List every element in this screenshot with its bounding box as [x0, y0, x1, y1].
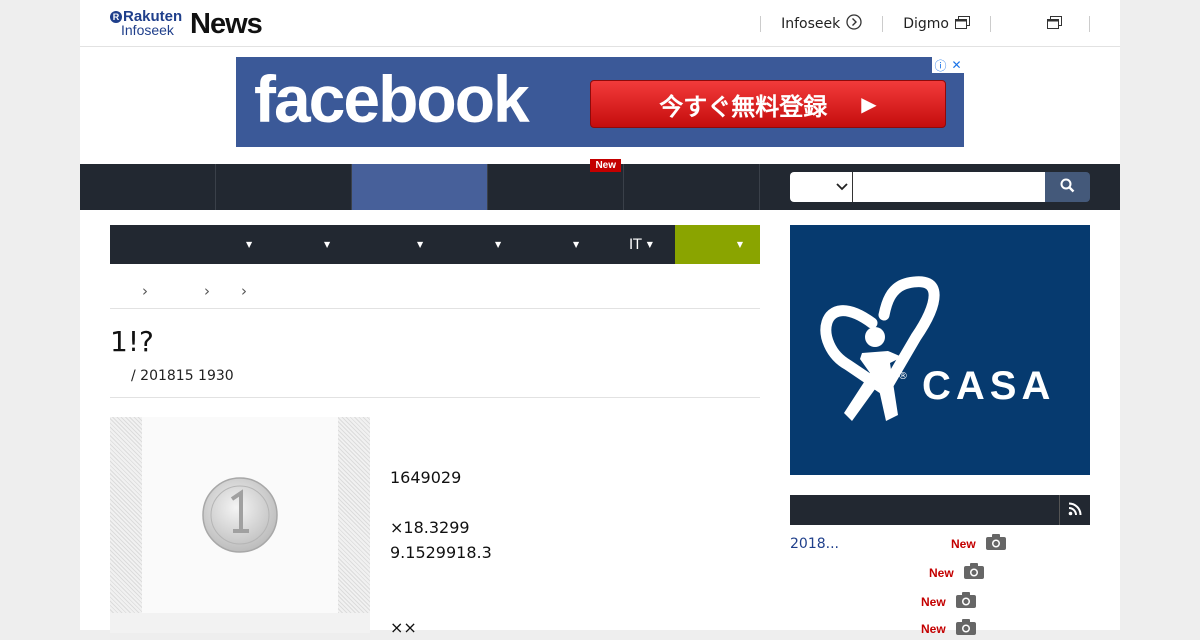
ad-choices[interactable]: ⓘ ✕: [932, 57, 964, 73]
nav-tab[interactable]: [216, 164, 352, 210]
close-icon[interactable]: ✕: [951, 58, 961, 72]
ad-cta-button[interactable]: 今すぐ無料登録 ▶: [590, 80, 946, 128]
search-icon: [1060, 178, 1075, 197]
photo-caption: [110, 613, 370, 633]
search-button[interactable]: [1045, 172, 1090, 202]
divider: [110, 397, 760, 398]
category-item-active[interactable]: ▼: [675, 225, 760, 264]
new-badge: New: [590, 159, 621, 172]
sidebar-news-item[interactable]: New: [921, 619, 976, 639]
dropdown-triangle-icon: ▼: [573, 240, 580, 249]
infoseek-link[interactable]: Infoseek: [761, 14, 882, 34]
body-line: [390, 490, 492, 515]
rss-icon: [1068, 501, 1082, 520]
logo-news: News: [190, 8, 263, 40]
chevron-right-icon: ›: [142, 282, 148, 300]
digmo-link-label: Digmo: [903, 16, 949, 32]
category-item[interactable]: ▼: [490, 225, 501, 264]
header-links: Infoseek Digmo: [760, 12, 1090, 36]
news-item-title: 2018...: [790, 536, 839, 552]
divider: [1089, 16, 1090, 32]
body-line: ××: [390, 618, 417, 637]
window-icon: [955, 15, 970, 33]
circle-arrow-icon: [846, 14, 862, 34]
infoseek-link-label: Infoseek: [781, 16, 841, 32]
ad-cta-label: 今すぐ無料登録: [659, 92, 828, 121]
header: R Rakuten Infoseek News Infoseek Digmo: [80, 0, 1120, 47]
camera-icon: [963, 563, 984, 583]
new-label: New: [950, 537, 976, 551]
search-form: [790, 172, 1090, 202]
dropdown-triangle-icon: ▼: [646, 240, 653, 249]
sidebar-news-item[interactable]: New: [929, 563, 984, 583]
rss-button[interactable]: [1059, 495, 1090, 525]
dropdown-triangle-icon: ▼: [246, 240, 253, 249]
svg-text:®: ®: [898, 371, 908, 382]
category-item[interactable]: ▼: [568, 225, 579, 264]
category-label: IT: [629, 236, 642, 253]
camera-icon: [985, 534, 1006, 554]
category-bar: ▼ ▼ ▼ ▼ ▼ IT ▼ ▼: [110, 225, 760, 264]
category-item[interactable]: ▼: [241, 225, 252, 264]
external-link[interactable]: [991, 15, 1089, 33]
new-label: New: [921, 595, 946, 609]
nav-tab[interactable]: New: [488, 159, 624, 210]
camera-icon: [955, 592, 976, 612]
casa-word: CASA: [922, 364, 1056, 408]
nav-tab[interactable]: [80, 164, 216, 210]
sidebar-news-item[interactable]: 2018... New: [790, 534, 1006, 554]
breadcrumb: › › ›: [110, 282, 760, 309]
window-icon: [1046, 15, 1062, 33]
nav-tab-active[interactable]: [352, 164, 488, 210]
play-arrow-icon: ▶: [861, 92, 877, 116]
ad-brand: facebook: [254, 62, 530, 136]
chevron-down-icon: [836, 179, 848, 195]
camera-icon: [955, 619, 976, 639]
search-scope-select[interactable]: [790, 172, 852, 202]
casa-logo-icon: ®: [820, 276, 940, 421]
sidebar-news-item[interactable]: New: [921, 592, 976, 612]
chevron-right-icon: ›: [241, 282, 247, 300]
logo-sub: Infoseek: [121, 22, 174, 38]
dropdown-triangle-icon: ▼: [324, 240, 331, 249]
casa-ad[interactable]: ® CASA: [790, 225, 1090, 475]
facebook-ad-banner[interactable]: facebook 今すぐ無料登録 ▶ ⓘ ✕: [236, 57, 964, 147]
body-line: [390, 590, 492, 615]
search-input[interactable]: [852, 172, 1045, 202]
article-body: 1649029 ×18.3299 9.1529918.3 ××: [390, 465, 492, 640]
dropdown-triangle-icon: ▼: [495, 240, 502, 249]
new-label: New: [921, 622, 946, 636]
new-label: New: [929, 566, 954, 580]
chevron-right-icon: ›: [204, 282, 210, 300]
body-line: 1649029: [390, 468, 462, 487]
article-title: 1!?: [110, 325, 154, 358]
body-line: 9.1529918.3: [390, 543, 492, 562]
body-line: [390, 565, 492, 590]
digmo-link[interactable]: Digmo: [883, 15, 990, 33]
article-photo[interactable]: [110, 417, 370, 633]
category-item[interactable]: ▼: [412, 225, 423, 264]
coin-image: [142, 417, 338, 613]
nav-tab[interactable]: [624, 164, 760, 210]
dropdown-triangle-icon: ▼: [736, 240, 743, 249]
article-meta: / 201815 1930: [131, 368, 234, 384]
category-item[interactable]: ▼: [319, 225, 330, 264]
body-line: ×18.3299: [390, 518, 470, 537]
page: R Rakuten Infoseek News Infoseek Digmo f…: [80, 0, 1120, 637]
info-icon: ⓘ: [934, 58, 947, 73]
category-item-it[interactable]: IT ▼: [629, 225, 653, 264]
sidebar-header: [790, 495, 1090, 525]
dropdown-triangle-icon: ▼: [417, 240, 424, 249]
